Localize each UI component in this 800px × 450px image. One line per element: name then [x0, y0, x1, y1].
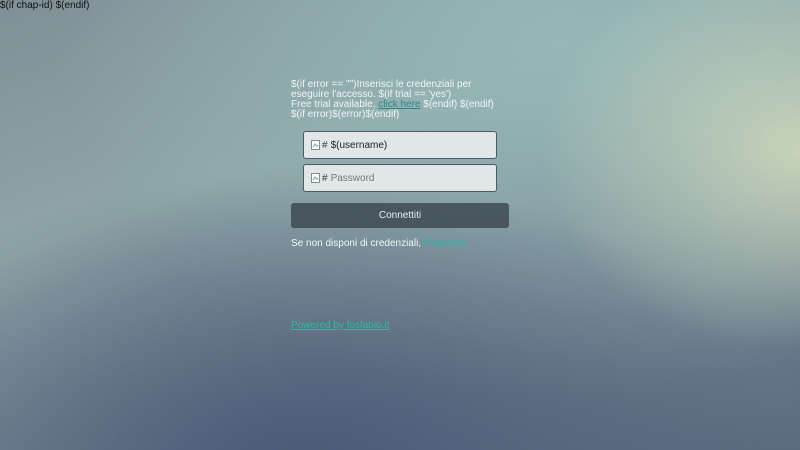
- broken-image-icon: #: [311, 173, 328, 184]
- powered-by-link[interactable]: Powered by fosfabio.it: [291, 320, 389, 331]
- register-link[interactable]: Registrati: [424, 238, 466, 249]
- username-input[interactable]: [330, 139, 481, 151]
- broken-image-icon: #: [311, 140, 328, 151]
- register-line: Se non disponi di credenziali, Registrat…: [291, 238, 509, 249]
- login-instructions: $(if error == "")Inserisci le credenzial…: [291, 80, 509, 120]
- register-prefix: Se non disponi di credenziali,: [291, 238, 424, 249]
- chap-id-template-text: $(if chap-id) $(endif): [0, 0, 90, 11]
- password-field[interactable]: #: [303, 164, 497, 192]
- instructions-text: $(if error == "")Inserisci le credenzial…: [291, 79, 472, 100]
- password-icon-alt: #: [322, 172, 328, 184]
- username-field[interactable]: #: [303, 131, 497, 159]
- login-panel: $(if error == "")Inserisci le credenzial…: [291, 80, 509, 249]
- password-input[interactable]: [330, 172, 481, 184]
- connect-button[interactable]: Connettiti: [291, 203, 509, 228]
- username-icon-alt: #: [322, 139, 328, 151]
- powered-by: Powered by fosfabio.it: [291, 320, 389, 331]
